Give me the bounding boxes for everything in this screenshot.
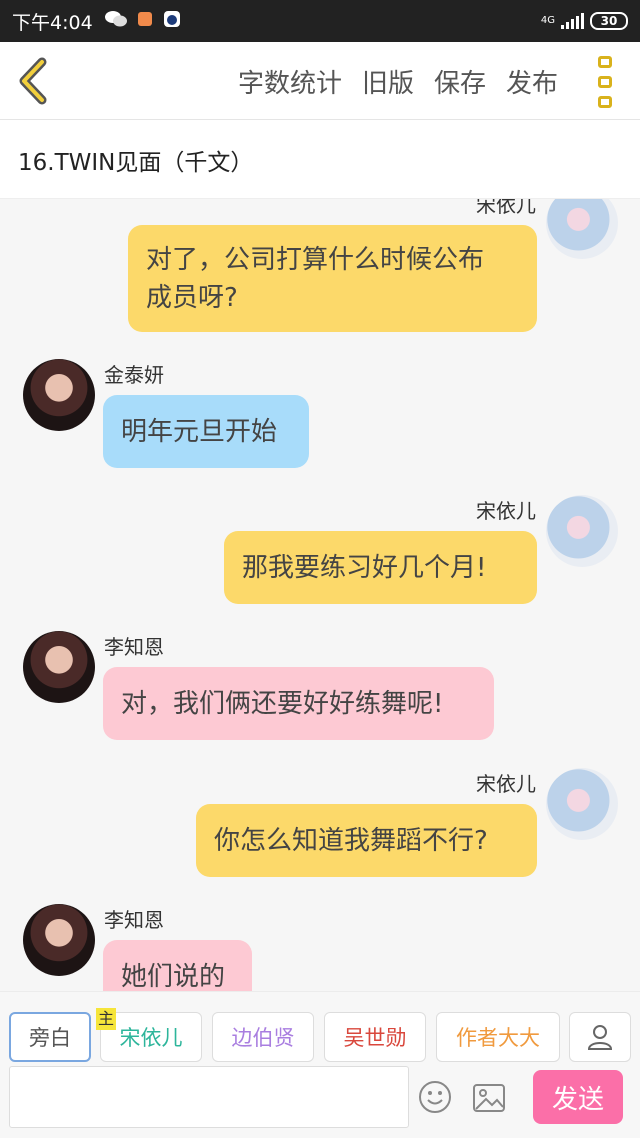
role-label: 旁白 <box>29 1026 71 1050</box>
chapter-title-bar: 16.TWIN见面（千文） <box>0 121 640 199</box>
send-label: 发送 <box>551 1084 604 1115</box>
message-bubble[interactable]: 她们说的 <box>103 940 252 991</box>
status-time: 下午4:04 <box>12 11 93 34</box>
status-bar: 下午4:04 4G 30 <box>0 0 640 42</box>
message-bubble[interactable]: 那我要练习好几个月! <box>224 531 537 604</box>
speaker-name: 李知恩 <box>104 908 164 932</box>
role-label: 边伯贤 <box>231 1026 295 1050</box>
role-label: 作者大大 <box>456 1026 540 1050</box>
word-count-button[interactable]: 字数统计 <box>238 63 342 100</box>
chevron-left-icon <box>19 57 47 105</box>
message-text: 明年元旦开始 <box>121 416 278 447</box>
speaker-name: 宋依儿 <box>476 772 536 796</box>
role-selector-bar: 旁白 宋依儿 主 边伯贤 吴世勋 作者大大 <box>0 991 640 1066</box>
add-role-button[interactable] <box>569 1012 631 1062</box>
message-bubble[interactable]: 你怎么知道我舞蹈不行? <box>196 804 537 877</box>
editor-toolbar: 字数统计 旧版 保存 发布 <box>0 42 640 120</box>
network-type: 4G <box>540 15 555 26</box>
avatar[interactable] <box>546 768 618 840</box>
message-text: 她们说的 <box>121 961 226 992</box>
signal-icon <box>561 13 584 29</box>
speaker-name: 李知恩 <box>104 635 164 659</box>
avatar[interactable] <box>23 359 95 431</box>
message-input-bar: 发送 <box>0 1066 640 1138</box>
avatar[interactable] <box>23 631 95 703</box>
speaker-name: 宋依儿 <box>476 499 536 523</box>
publish-button[interactable]: 发布 <box>506 63 558 100</box>
chat-area[interactable]: 宋依儿 对了，公司打算什么时候公布 成员呀? 金泰妍 明年元旦开始 宋依儿 那我… <box>0 199 640 991</box>
menu-dot-icon <box>598 76 612 88</box>
app-notification-icon <box>137 10 153 32</box>
message-text: 那我要练习好几个月! <box>242 552 487 583</box>
message-text: 成员呀? <box>146 282 238 313</box>
back-button[interactable] <box>14 56 54 106</box>
send-button[interactable]: 发送 <box>533 1070 623 1124</box>
message-text: 对，我们俩还要好好练舞呢! <box>121 688 444 719</box>
chapter-title: 16.TWIN见面（千文） <box>18 149 254 176</box>
menu-dot-icon <box>598 96 612 108</box>
message-bubble[interactable]: 对了，公司打算什么时候公布 成员呀? <box>128 225 537 332</box>
image-button[interactable] <box>472 1083 506 1113</box>
avatar[interactable] <box>23 904 95 976</box>
wechat-icon <box>104 10 127 32</box>
message-bubble[interactable]: 明年元旦开始 <box>103 395 309 468</box>
avatar[interactable] <box>546 495 618 567</box>
emoji-button[interactable] <box>418 1080 452 1114</box>
role-button-2[interactable]: 边伯贤 <box>212 1012 314 1062</box>
smiley-icon <box>419 1081 451 1113</box>
role-label: 吴世勋 <box>343 1026 407 1050</box>
role-narration-button[interactable]: 旁白 <box>9 1012 91 1062</box>
save-button[interactable]: 保存 <box>434 63 486 100</box>
menu-dot-icon <box>598 56 612 68</box>
host-tag: 主 <box>96 1008 117 1030</box>
battery-indicator: 30 <box>590 12 628 30</box>
old-version-button[interactable]: 旧版 <box>362 63 414 100</box>
message-text: 对了，公司打算什么时候公布 <box>146 244 485 275</box>
message-input[interactable] <box>9 1066 409 1128</box>
person-icon <box>587 1025 613 1050</box>
avatar[interactable] <box>546 199 618 259</box>
image-icon <box>473 1084 505 1112</box>
message-bubble[interactable]: 对，我们俩还要好好练舞呢! <box>103 667 494 740</box>
role-button-4[interactable]: 作者大大 <box>436 1012 560 1062</box>
speaker-name: 金泰妍 <box>104 363 164 387</box>
more-menu-button[interactable] <box>598 56 618 108</box>
speaker-name: 宋依儿 <box>476 199 536 217</box>
message-text: 你怎么知道我舞蹈不行? <box>214 825 488 856</box>
role-label: 宋依儿 <box>119 1026 183 1050</box>
app-notification-icon-2 <box>163 10 181 32</box>
role-button-3[interactable]: 吴世勋 <box>324 1012 426 1062</box>
